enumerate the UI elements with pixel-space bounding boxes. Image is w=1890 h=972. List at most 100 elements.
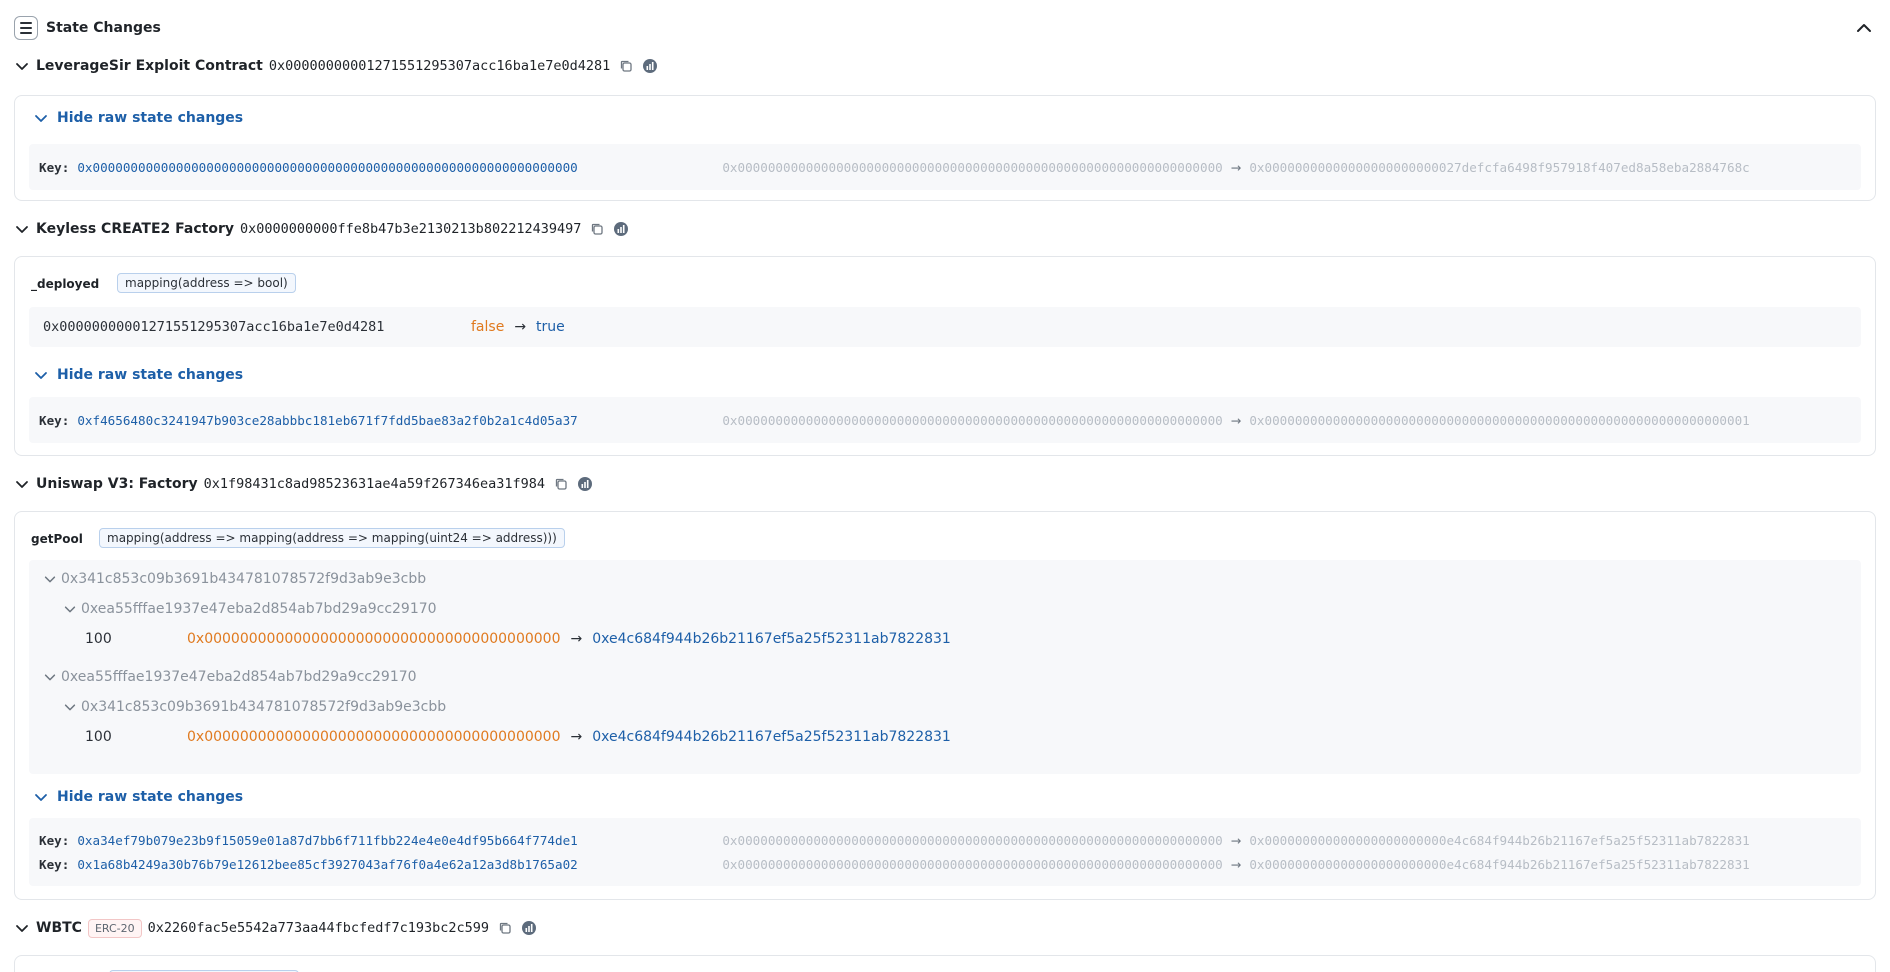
- contract-row-uniswap-factory[interactable]: Uniswap V3: Factory 0x1f98431c8ad9852363…: [14, 473, 593, 495]
- decoded-state-row: 0x00000000001271551295307acc16ba1e7e0d42…: [43, 317, 565, 337]
- raw-new-value: 0x000000000000000000000000e4c684f944b26b…: [1249, 832, 1750, 848]
- old-value: 0x00000000000000000000000000000000000000…: [187, 729, 561, 745]
- variable-name: _deployed: [31, 277, 100, 291]
- contract-row-wbtc[interactable]: WBTC ERC-20 0x2260fac5e5542a773aa44fbcfe…: [14, 917, 537, 939]
- contract-name: LeverageSir Exploit Contract: [36, 58, 263, 74]
- contract-panel-wbtc: [14, 955, 1876, 972]
- fee-tier: 100: [85, 631, 112, 647]
- raw-new-value: 0x00000000000000000000000027defcfa6498f9…: [1249, 159, 1750, 175]
- raw-new-value: 0x000000000000000000000000e4c684f944b26b…: [1249, 856, 1750, 872]
- copy-icon[interactable]: [553, 476, 569, 492]
- chevron-down-icon[interactable]: [14, 221, 30, 237]
- hide-raw-toggle[interactable]: Hide raw state changes: [33, 367, 243, 383]
- hide-raw-label: Hide raw state changes: [57, 110, 244, 126]
- arrow-right-icon: →: [1230, 856, 1242, 872]
- variable-type-badge: mapping(address => bool): [117, 273, 296, 293]
- fee-tier: 100: [85, 729, 112, 745]
- raw-new-value: 0x00000000000000000000000000000000000000…: [1249, 412, 1750, 428]
- new-value[interactable]: 0xe4c684f944b26b21167ef5a25f52311ab78228…: [592, 729, 951, 745]
- raw-old-value: 0x00000000000000000000000000000000000000…: [722, 159, 1223, 175]
- contract-name: Uniswap V3: Factory: [36, 476, 198, 492]
- tree-node-level-1[interactable]: 0x341c853c09b3691b434781078572f9d3ab9e3c…: [43, 569, 426, 589]
- contract-row-create2-factory[interactable]: Keyless CREATE2 Factory 0x0000000000ffe8…: [14, 218, 629, 240]
- chevron-down-icon[interactable]: [14, 58, 30, 74]
- raw-old-value: 0x00000000000000000000000000000000000000…: [722, 412, 1223, 428]
- new-value: true: [536, 319, 565, 335]
- tree-leaf-row: 100 0x0000000000000000000000000000000000…: [85, 727, 951, 747]
- mapping-key[interactable]: 0x00000000001271551295307acc16ba1e7e0d42…: [43, 319, 471, 335]
- arrow-right-icon: →: [514, 319, 527, 335]
- tree-key-address: 0xea55fffae1937e47eba2d854ab7bd29a9cc291…: [61, 669, 417, 685]
- tree-key-address: 0x341c853c09b3691b434781078572f9d3ab9e3c…: [81, 699, 447, 715]
- raw-old-value: 0x00000000000000000000000000000000000000…: [722, 856, 1223, 872]
- chevron-down-icon: [35, 794, 47, 801]
- contract-panel-create2-factory: _deployed mapping(address => bool) 0x000…: [14, 256, 1876, 456]
- old-value: 0x00000000000000000000000000000000000000…: [187, 631, 561, 647]
- contract-row-leveragesir[interactable]: LeverageSir Exploit Contract 0x000000000…: [14, 55, 658, 77]
- arrow-right-icon: →: [570, 631, 583, 647]
- chevron-down-icon: [44, 674, 56, 681]
- raw-key-label: Key:: [39, 832, 70, 848]
- contract-address[interactable]: 0x0000000000ffe8b47b3e2130213b8022124394…: [240, 221, 581, 237]
- raw-old-value: 0x00000000000000000000000000000000000000…: [722, 832, 1223, 848]
- explorer-icon[interactable]: [642, 58, 658, 74]
- state-changes-header: State Changes: [14, 14, 1876, 42]
- arrow-right-icon: →: [1230, 832, 1242, 848]
- raw-key-label: Key:: [39, 159, 70, 175]
- hide-raw-label: Hide raw state changes: [57, 789, 244, 805]
- chevron-down-icon: [64, 704, 76, 711]
- raw-key[interactable]: 0xa34ef79b079e23b9f15059e01a87d7bb6f711f…: [77, 833, 682, 848]
- contract-address[interactable]: 0x2260fac5e5542a773aa44fbcfedf7c193bc2c5…: [148, 920, 489, 936]
- variable-type-badge: mapping(address => mapping(address => ma…: [99, 528, 565, 548]
- arrow-right-icon: →: [1230, 412, 1242, 428]
- variable-name: getPool: [31, 532, 83, 546]
- copy-icon[interactable]: [589, 221, 605, 237]
- tree-leaf-row: 100 0x0000000000000000000000000000000000…: [85, 629, 951, 649]
- chevron-down-icon: [35, 115, 47, 122]
- chevron-down-icon[interactable]: [14, 920, 30, 936]
- copy-icon[interactable]: [497, 920, 513, 936]
- explorer-icon[interactable]: [577, 476, 593, 492]
- hide-raw-label: Hide raw state changes: [57, 367, 244, 383]
- raw-state-block: Key: 0xf4656480c3241947b903ce28abbbc181e…: [29, 397, 1861, 443]
- chevron-down-icon: [64, 606, 76, 613]
- raw-key[interactable]: 0x1a68b4249a30b76b79e12612bee85cf3927043…: [77, 857, 682, 872]
- explorer-icon[interactable]: [613, 221, 629, 237]
- tree-node-level-2[interactable]: 0xea55fffae1937e47eba2d854ab7bd29a9cc291…: [63, 599, 437, 619]
- raw-state-row: Key: 0x000000000000000000000000000000000…: [39, 157, 1851, 177]
- chevron-down-icon: [44, 576, 56, 583]
- contract-name: Keyless CREATE2 Factory: [36, 221, 234, 237]
- chevron-up-icon[interactable]: [1854, 18, 1874, 38]
- copy-icon[interactable]: [618, 58, 634, 74]
- raw-key[interactable]: 0x00000000000000000000000000000000000000…: [77, 160, 682, 175]
- raw-state-block: Key: 0xa34ef79b079e23b9f15059e01a87d7bb6…: [29, 818, 1861, 886]
- arrow-right-icon: →: [1230, 159, 1242, 175]
- arrow-right-icon: →: [570, 729, 583, 745]
- decoded-state-block: 0x00000000001271551295307acc16ba1e7e0d42…: [29, 307, 1861, 347]
- tree-key-address: 0x341c853c09b3691b434781078572f9d3ab9e3c…: [61, 571, 427, 587]
- tree-node-level-1[interactable]: 0xea55fffae1937e47eba2d854ab7bd29a9cc291…: [43, 667, 417, 687]
- contract-address[interactable]: 0x00000000001271551295307acc16ba1e7e0d42…: [269, 58, 610, 74]
- section-title: State Changes: [46, 20, 161, 36]
- raw-state-row: Key: 0x1a68b4249a30b76b79e12612bee85cf39…: [39, 854, 1851, 874]
- new-value[interactable]: 0xe4c684f944b26b21167ef5a25f52311ab78228…: [592, 631, 951, 647]
- contract-name: WBTC: [36, 920, 82, 936]
- chevron-down-icon: [35, 372, 47, 379]
- explorer-icon[interactable]: [521, 920, 537, 936]
- decoded-state-block: 0x341c853c09b3691b434781078572f9d3ab9e3c…: [29, 560, 1861, 774]
- contract-panel-uniswap-factory: getPool mapping(address => mapping(addre…: [14, 511, 1876, 900]
- menu-icon[interactable]: [14, 16, 38, 40]
- hide-raw-toggle[interactable]: Hide raw state changes: [33, 789, 243, 805]
- contract-address[interactable]: 0x1f98431c8ad98523631ae4a59f267346ea31f9…: [204, 476, 545, 492]
- hide-raw-toggle[interactable]: Hide raw state changes: [33, 110, 243, 126]
- raw-state-block: Key: 0x000000000000000000000000000000000…: [29, 144, 1861, 190]
- chevron-down-icon[interactable]: [14, 476, 30, 492]
- old-value: false: [471, 319, 505, 335]
- token-standard-badge: ERC-20: [87, 918, 142, 938]
- tree-node-level-2[interactable]: 0x341c853c09b3691b434781078572f9d3ab9e3c…: [63, 697, 446, 717]
- raw-state-row: Key: 0xa34ef79b079e23b9f15059e01a87d7bb6…: [39, 830, 1851, 850]
- contract-panel-leveragesir: Hide raw state changes Key: 0x0000000000…: [14, 95, 1876, 201]
- raw-key-label: Key:: [39, 412, 70, 428]
- raw-key-label: Key:: [39, 856, 70, 872]
- raw-key[interactable]: 0xf4656480c3241947b903ce28abbbc181eb671f…: [77, 413, 682, 428]
